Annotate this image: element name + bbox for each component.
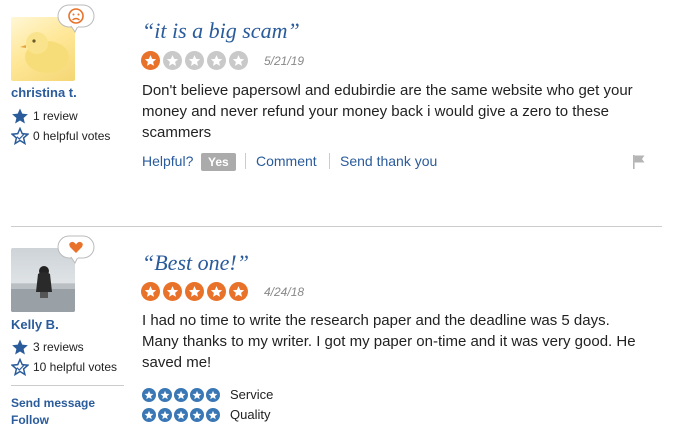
review-count: 1 review: [11, 107, 78, 125]
send-thank-you-link[interactable]: Send thank you: [340, 153, 437, 169]
subrating-label: Service: [230, 387, 274, 402]
star-filled-icon: [174, 407, 188, 422]
star-filled-icon: [185, 282, 204, 301]
review-rating: [141, 282, 248, 301]
username[interactable]: Kelly B.: [11, 317, 59, 332]
helpful-label: Helpful?: [142, 153, 194, 169]
star-filled-icon: [142, 387, 156, 402]
helpful-votes-label: 10 helpful votes: [33, 360, 118, 374]
review-count: 3 reviews: [11, 338, 84, 356]
star-icon: [12, 108, 28, 124]
review-rating: [141, 51, 248, 70]
subrating-service: Service: [142, 387, 273, 402]
star-filled-icon: [142, 407, 156, 422]
review-text: I had no time to write the research pape…: [142, 312, 636, 371]
review-date: 4/24/18: [264, 285, 305, 299]
star-filled-icon: [174, 387, 188, 402]
follow-link[interactable]: Follow: [11, 413, 49, 427]
review-count-label: 3 reviews: [33, 340, 84, 354]
review-count-label: 1 review: [33, 109, 78, 123]
star-filled-icon: [158, 407, 172, 422]
star-filled-icon: [141, 51, 160, 70]
review-date: 5/21/19: [264, 54, 305, 68]
star-filled-icon: [141, 282, 160, 301]
review-title[interactable]: “Best one!”: [142, 250, 249, 276]
review-text: Don't believe papersowl and edubirdie ar…: [142, 82, 633, 141]
helpful-yes-button[interactable]: Yes: [201, 153, 236, 171]
star-empty-icon: [229, 51, 248, 70]
sad-face-icon: [57, 4, 95, 33]
send-message-link[interactable]: Send message: [11, 396, 95, 410]
divider: [245, 153, 246, 169]
helpful-star-icon: [11, 127, 29, 145]
subrating-label: Quality: [230, 407, 271, 422]
review-separator: [11, 226, 662, 227]
helpful-votes: 0 helpful votes: [11, 127, 110, 145]
star-empty-icon: [185, 51, 204, 70]
star-filled-icon: [158, 387, 172, 402]
flag-icon[interactable]: [632, 154, 646, 170]
helpful-star-icon: [11, 358, 29, 376]
star-filled-icon: [229, 282, 248, 301]
star-filled-icon: [163, 282, 182, 301]
star-icon: [12, 339, 28, 355]
comment-link[interactable]: Comment: [256, 153, 317, 169]
mood-bubble: [57, 4, 95, 34]
review-title[interactable]: “it is a big scam”: [142, 18, 300, 44]
subrating-quality: Quality: [142, 407, 270, 422]
helpful-votes: 10 helpful votes: [11, 358, 117, 376]
star-empty-icon: [207, 51, 226, 70]
divider: [329, 153, 330, 169]
subrating-stars: [142, 387, 220, 402]
star-empty-icon: [163, 51, 182, 70]
username[interactable]: christina t.: [11, 85, 77, 100]
heart-icon: [57, 235, 95, 264]
mood-bubble: [57, 235, 95, 265]
helpful-votes-label: 0 helpful votes: [33, 129, 111, 143]
star-filled-icon: [207, 282, 226, 301]
star-filled-icon: [190, 387, 204, 402]
star-filled-icon: [190, 407, 204, 422]
star-filled-icon: [206, 387, 220, 402]
star-filled-icon: [206, 407, 220, 422]
profile-divider: [11, 385, 124, 386]
subrating-stars: [142, 407, 220, 422]
